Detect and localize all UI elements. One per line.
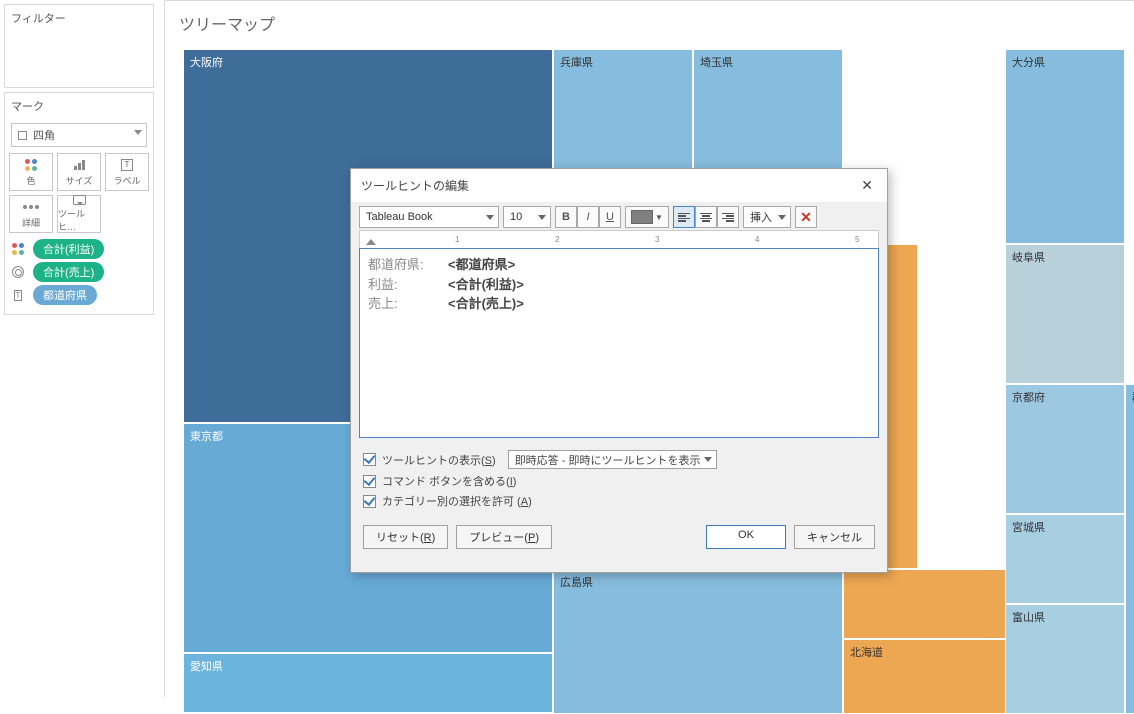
dialog-titlebar[interactable]: ツールヒントの編集 ✕: [351, 169, 887, 202]
tooltip-icon: [73, 195, 86, 205]
ok-button[interactable]: OK: [706, 525, 786, 549]
tooltip-mode-select[interactable]: 即時応答 - 即時にツールヒントを表示: [508, 450, 718, 469]
color-button[interactable]: 色: [9, 153, 53, 191]
edit-tooltip-dialog: ツールヒントの編集 ✕ Tableau Book 10 B I U ▼ 挿入 ✕: [350, 168, 888, 573]
cell-toyama[interactable]: 富山県: [1005, 604, 1125, 714]
include-commands-checkbox[interactable]: [363, 475, 376, 488]
cell-aichi[interactable]: 愛知県: [183, 653, 553, 713]
align-right-button[interactable]: [717, 206, 739, 228]
cell-gifu[interactable]: 岐阜県: [1005, 244, 1125, 384]
preview-button[interactable]: プレビュー(P): [456, 525, 552, 549]
text-icon: T: [14, 290, 23, 301]
bold-button[interactable]: B: [555, 206, 577, 228]
mark-type-select[interactable]: 四角: [11, 123, 147, 147]
tooltip-button[interactable]: ツールヒ…: [57, 195, 101, 233]
tooltip-editor[interactable]: 都道府県: <都道府県> 利益: <合計(利益)> 売上: <合計(売上)>: [359, 248, 879, 438]
mark-type-label: 四角: [33, 127, 55, 143]
font-size-select[interactable]: 10: [503, 206, 551, 228]
dialog-title: ツールヒントの編集: [361, 177, 469, 194]
size-button[interactable]: サイズ: [57, 153, 101, 191]
ruler[interactable]: 1 2 3 4 5: [359, 230, 879, 248]
close-icon[interactable]: ✕: [855, 175, 879, 196]
pill-label-pref[interactable]: T 都道府県: [9, 285, 149, 305]
reset-button[interactable]: リセット(R): [363, 525, 448, 549]
clear-button[interactable]: ✕: [795, 206, 817, 228]
align-left-icon: [678, 213, 690, 222]
align-right-icon: [722, 213, 734, 222]
align-left-button[interactable]: [673, 206, 695, 228]
chevron-down-icon: [538, 215, 546, 220]
allow-category-select-checkbox[interactable]: [363, 495, 376, 508]
dialog-buttons: リセット(R) プレビュー(P) OK キャンセル: [351, 517, 887, 559]
indent-marker-icon[interactable]: [366, 239, 376, 245]
label-icon: T: [121, 159, 133, 171]
color-icon: [12, 243, 24, 255]
align-center-button[interactable]: [695, 206, 717, 228]
dialog-options: ツールヒントの表示(S) 即時応答 - 即時にツールヒントを表示 コマンド ボタ…: [351, 438, 887, 517]
filter-body[interactable]: [5, 31, 153, 87]
show-tooltip-label: ツールヒントの表示(S): [382, 452, 496, 468]
cell-oita[interactable]: 大分県: [1005, 49, 1125, 244]
square-icon: [18, 131, 27, 140]
cell-orange-2[interactable]: [843, 569, 1023, 639]
marks-panel: マーク 四角 色 サイズ T ラベル: [4, 92, 154, 315]
italic-button[interactable]: I: [577, 206, 599, 228]
font-color-button[interactable]: ▼: [625, 206, 669, 228]
cell-kyoto[interactable]: 京都府: [1005, 384, 1125, 514]
cancel-button[interactable]: キャンセル: [794, 525, 875, 549]
chevron-down-icon: [134, 130, 142, 135]
cell-hiroshima[interactable]: 広島県: [553, 569, 843, 714]
size-icon: [74, 160, 85, 170]
cell-miyagi[interactable]: 宮城県: [1005, 514, 1125, 604]
align-center-icon: [700, 213, 712, 222]
color-swatch-icon: [631, 210, 653, 224]
detail-button[interactable]: 詳細: [9, 195, 53, 233]
color-icon: [25, 159, 37, 171]
left-panel: フィルター マーク 四角 色 サイズ T ラベル: [0, 0, 158, 697]
chevron-down-icon: [704, 457, 712, 462]
include-commands-label: コマンド ボタンを含める(I): [382, 473, 516, 489]
pill-size-sales[interactable]: 合計(売上): [9, 262, 149, 282]
filter-panel: フィルター: [4, 4, 154, 88]
insert-select[interactable]: 挿入: [743, 206, 791, 228]
show-tooltip-checkbox[interactable]: [363, 453, 376, 466]
editor-toolbar: Tableau Book 10 B I U ▼ 挿入 ✕: [351, 202, 887, 230]
chevron-down-icon: [778, 215, 786, 220]
size-icon: [12, 266, 24, 278]
cell-gun[interactable]: 群: [1125, 384, 1134, 714]
font-select[interactable]: Tableau Book: [359, 206, 499, 228]
pill-color-profit[interactable]: 合計(利益): [9, 239, 149, 259]
label-button[interactable]: T ラベル: [105, 153, 149, 191]
marks-title: マーク: [5, 93, 153, 119]
cell-hokkaido[interactable]: 北海道: [843, 639, 1023, 714]
filter-title: フィルター: [5, 5, 153, 31]
underline-button[interactable]: U: [599, 206, 621, 228]
viz-title[interactable]: ツリーマップ: [165, 1, 1134, 45]
chevron-down-icon: [486, 215, 494, 220]
detail-icon: [23, 205, 39, 209]
allow-category-select-label: カテゴリー別の選択を許可 (A): [382, 493, 532, 509]
